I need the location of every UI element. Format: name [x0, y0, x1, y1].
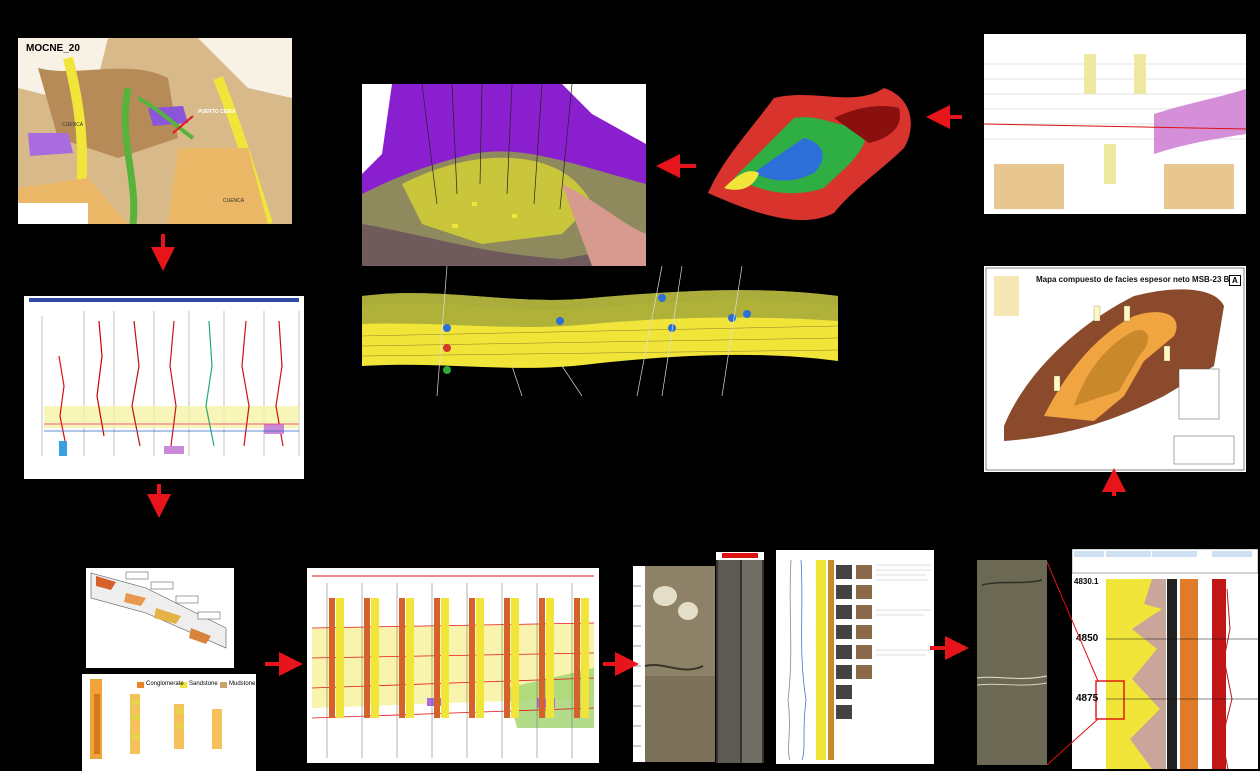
workflow-arrows: [147, 105, 1126, 676]
